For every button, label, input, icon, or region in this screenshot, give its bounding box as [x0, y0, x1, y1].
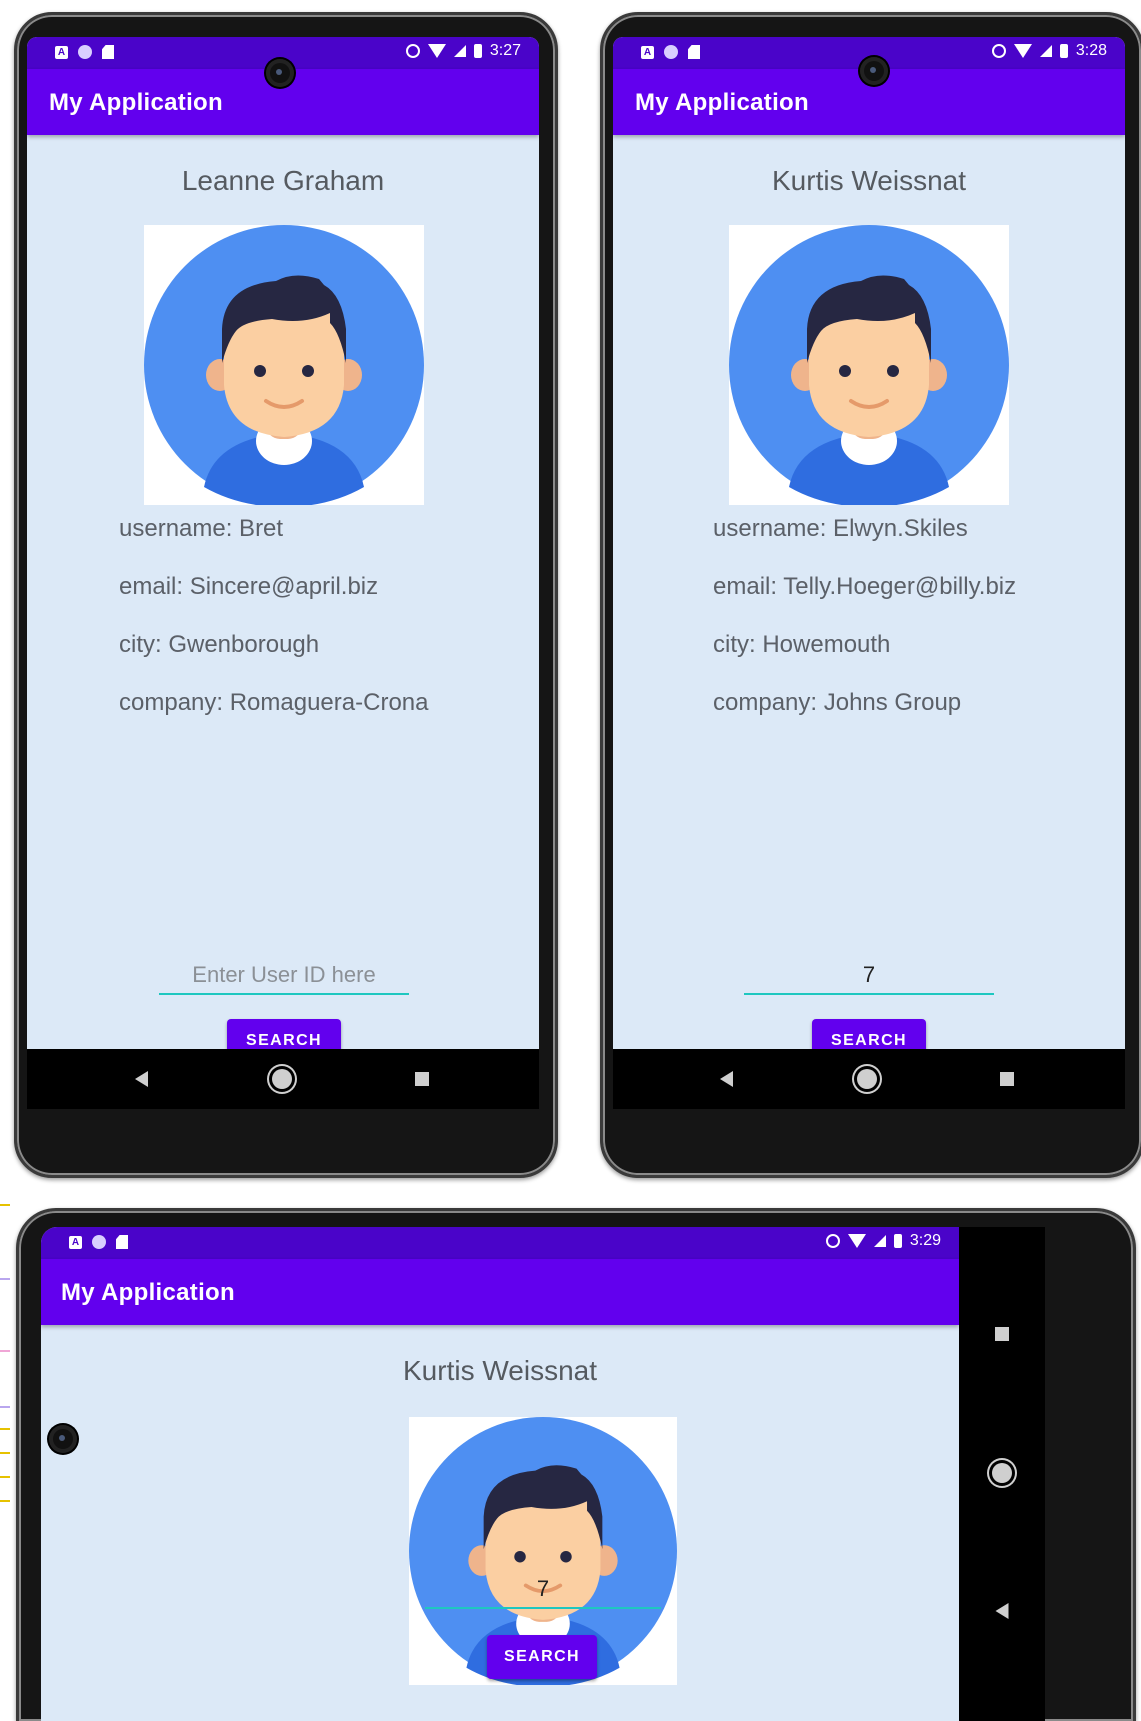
signal-icon	[1039, 45, 1052, 57]
user-id-input-field[interactable]	[425, 1571, 661, 1609]
city-text: city: Gwenborough	[119, 631, 320, 658]
username-text: username: Elwyn.Skiles	[713, 515, 968, 542]
app-screen-3: A 3:29 My Application Kurtis Weissnat 7 …	[41, 1227, 1045, 1721]
user-name: Kurtis Weissnat	[403, 1355, 597, 1386]
front-camera	[266, 59, 294, 87]
home-icon[interactable]	[272, 1069, 292, 1089]
status-time: 3:29	[909, 1232, 941, 1249]
alarm-icon	[405, 44, 420, 58]
wifi-icon	[847, 1234, 866, 1248]
app-title: My Application	[49, 89, 223, 116]
phone-frame-2: A 3:28 My Application Kurtis Weissnat us…	[600, 12, 1141, 1178]
user-name: Leanne Graham	[181, 165, 385, 196]
avatar-illustration	[144, 225, 424, 505]
nav-bar	[959, 1227, 1045, 1721]
app-screen-1: A 3:27 My Application Leanne Graham user…	[27, 37, 539, 1109]
back-icon[interactable]	[720, 1071, 733, 1087]
email-text: email: Telly.Hoeger@billy.biz	[713, 573, 1017, 600]
circle-icon	[664, 45, 678, 59]
back-icon[interactable]	[995, 1603, 1009, 1619]
circle-icon	[92, 1235, 106, 1249]
front-camera	[860, 57, 888, 85]
city-text: city: Howemouth	[713, 631, 891, 658]
status-time: 3:27	[489, 42, 521, 59]
battery-icon	[893, 1234, 902, 1248]
nav-bar	[27, 1049, 539, 1109]
avatar	[144, 225, 424, 505]
alarm-icon	[825, 1234, 840, 1248]
app-screen-2: A 3:28 My Application Kurtis Weissnat us…	[613, 37, 1125, 1109]
back-icon[interactable]	[135, 1071, 148, 1087]
avatar-illustration	[729, 225, 1009, 505]
user-id-input-field[interactable]	[159, 957, 409, 995]
home-icon[interactable]	[857, 1069, 877, 1089]
a-icon: A	[55, 45, 68, 59]
user-id-input-field[interactable]	[744, 957, 994, 995]
battery-icon	[1059, 44, 1068, 58]
editor-margin-marks	[0, 1200, 12, 1520]
alarm-icon	[991, 44, 1006, 58]
sd-card-icon	[688, 45, 700, 59]
user-id-input[interactable]	[159, 957, 409, 993]
wifi-icon	[427, 44, 446, 58]
email-text: email: Sincere@april.biz	[119, 573, 379, 600]
wifi-icon	[1013, 44, 1032, 58]
signal-icon	[873, 1235, 886, 1247]
front-camera	[49, 1425, 77, 1453]
avatar	[729, 225, 1009, 505]
user-id-input[interactable]	[744, 957, 994, 993]
signal-icon	[453, 45, 466, 57]
a-icon: A	[641, 45, 654, 59]
phone-frame-3: A 3:29 My Application Kurtis Weissnat 7 …	[16, 1208, 1136, 1721]
app-title: My Application	[635, 89, 809, 116]
phone-frame-1: A 3:27 My Application Leanne Graham user…	[14, 12, 558, 1178]
nav-bar	[613, 1049, 1125, 1109]
user-id-input[interactable]	[425, 1571, 661, 1607]
company-text: company: Johns Group	[713, 689, 962, 716]
recents-icon[interactable]	[995, 1327, 1009, 1341]
company-text: company: Romaguera-Crona	[119, 689, 429, 716]
username-text: username: Bret	[119, 515, 284, 542]
sd-card-icon	[102, 45, 114, 59]
status-time: 3:28	[1075, 42, 1107, 59]
app-bar: My Application	[41, 1259, 959, 1325]
battery-icon	[473, 44, 482, 58]
circle-icon	[78, 45, 92, 59]
home-icon[interactable]	[992, 1463, 1012, 1483]
a-icon: A	[69, 1235, 82, 1249]
user-name: Kurtis Weissnat	[772, 165, 966, 196]
status-bar: A 3:29	[41, 1227, 959, 1259]
search-button[interactable]: SEARCH	[487, 1635, 597, 1679]
recents-icon[interactable]	[1000, 1072, 1014, 1086]
app-title: My Application	[61, 1279, 235, 1306]
recents-icon[interactable]	[415, 1072, 429, 1086]
sd-card-icon	[116, 1235, 128, 1249]
